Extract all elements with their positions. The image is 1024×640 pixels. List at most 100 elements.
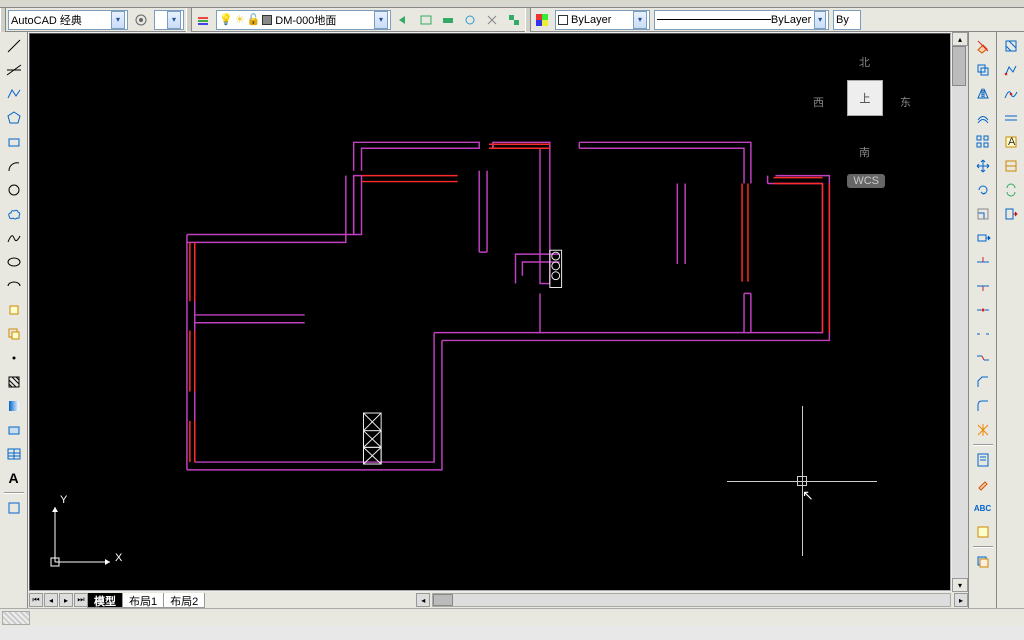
status-grip[interactable] — [2, 611, 30, 625]
spline-tool[interactable] — [3, 227, 25, 249]
viewcube[interactable]: 北 南 西 东 上 — [815, 56, 915, 166]
scale-tool[interactable] — [972, 203, 994, 225]
polyline-tool[interactable] — [3, 83, 25, 105]
tab-layout1[interactable]: 布局1 — [122, 593, 164, 608]
rectangle-tool[interactable] — [3, 131, 25, 153]
move-tool[interactable] — [972, 155, 994, 177]
tab-first-icon[interactable]: ⏮ — [29, 593, 43, 607]
toolbar-grip[interactable] — [525, 8, 531, 32]
block-editor-tool[interactable] — [972, 521, 994, 543]
tab-last-icon[interactable]: ⏭ — [74, 593, 88, 607]
viewcube-south[interactable]: 南 — [859, 144, 870, 160]
chamfer-tool[interactable] — [972, 371, 994, 393]
chevron-down-icon[interactable]: ▾ — [167, 11, 181, 29]
tab-layout2[interactable]: 布局2 — [163, 593, 205, 608]
horizontal-scrollbar[interactable] — [432, 593, 951, 607]
viewcube-north[interactable]: 北 — [859, 54, 870, 70]
tab-model[interactable]: 模型 — [87, 593, 123, 608]
spline-edit-tool[interactable] — [1000, 83, 1022, 105]
toolbar-row-2: AutoCAD 经典 ▾ ▾ 💡 ☀ 🔓 DM-000地面 ▾ ByLayer … — [0, 8, 1024, 32]
copy-tool[interactable] — [972, 59, 994, 81]
region-tool[interactable] — [3, 419, 25, 441]
table-tool[interactable] — [3, 443, 25, 465]
extend-tool[interactable] — [972, 275, 994, 297]
construction-line-tool[interactable] — [3, 59, 25, 81]
circle-tool[interactable] — [3, 179, 25, 201]
workspace-aux-dropdown[interactable]: ▾ — [154, 10, 184, 30]
break-at-point-tool[interactable] — [972, 299, 994, 321]
scroll-up-icon[interactable]: ▴ — [952, 32, 968, 46]
mline-edit-tool[interactable] — [1000, 107, 1022, 129]
hatch-edit-tool[interactable] — [1000, 35, 1022, 57]
vertical-scrollbar[interactable]: ▴ ▾ — [952, 32, 968, 592]
pedit-tool[interactable] — [1000, 59, 1022, 81]
mirror-tool[interactable] — [972, 83, 994, 105]
workspace-dropdown[interactable]: AutoCAD 经典 ▾ — [8, 10, 128, 30]
sync-attr-tool[interactable] — [1000, 179, 1022, 201]
chevron-down-icon[interactable]: ▾ — [633, 11, 647, 29]
lineweight-partial: By — [836, 14, 849, 26]
fillet-tool[interactable] — [972, 395, 994, 417]
explode-tool[interactable] — [972, 419, 994, 441]
arc-tool[interactable] — [3, 155, 25, 177]
chevron-down-icon[interactable]: ▾ — [814, 11, 826, 29]
ellipse-tool[interactable] — [3, 251, 25, 273]
chevron-down-icon[interactable]: ▾ — [111, 11, 125, 29]
drawing-canvas[interactable]: 北 南 西 东 上 WCS ↖ — [29, 33, 951, 591]
lineweight-dropdown[interactable]: By — [833, 10, 861, 30]
match-properties-tool[interactable] — [972, 473, 994, 495]
break-tool[interactable] — [972, 323, 994, 345]
text-tool[interactable]: A — [3, 467, 25, 489]
linetype-dropdown[interactable]: ByLayer ▾ — [654, 10, 829, 30]
draworder-tool[interactable] — [972, 551, 994, 573]
layer-previous-icon[interactable] — [394, 10, 414, 30]
layer-manager-icon[interactable] — [193, 10, 213, 30]
array-tool[interactable] — [972, 131, 994, 153]
join-tool[interactable] — [972, 347, 994, 369]
point-tool[interactable] — [3, 347, 25, 369]
color-control-icon[interactable] — [532, 10, 552, 30]
gradient-tool[interactable] — [3, 395, 25, 417]
wcs-badge[interactable]: WCS — [847, 174, 885, 188]
toolbar-grip[interactable] — [0, 8, 6, 32]
tab-next-icon[interactable]: ▸ — [59, 593, 73, 607]
ellipse-arc-tool[interactable] — [3, 275, 25, 297]
revision-cloud-tool[interactable] — [3, 203, 25, 225]
layer-iso-icon[interactable] — [438, 10, 458, 30]
viewcube-top-face[interactable]: 上 — [847, 80, 883, 116]
abc-tool[interactable]: ABC — [972, 497, 994, 519]
insert-block-tool[interactable] — [3, 299, 25, 321]
polygon-tool[interactable] — [3, 107, 25, 129]
rotate-tool[interactable] — [972, 179, 994, 201]
vscroll-thumb[interactable] — [952, 46, 966, 86]
workspace-settings-icon[interactable] — [131, 10, 151, 30]
hatch-tool[interactable] — [3, 371, 25, 393]
hscroll-thumb[interactable] — [433, 594, 453, 606]
scroll-down-icon[interactable]: ▾ — [952, 578, 968, 592]
layer-off-icon[interactable] — [482, 10, 502, 30]
color-dropdown[interactable]: ByLayer ▾ — [555, 10, 650, 30]
attedit-tool[interactable]: A — [1000, 131, 1022, 153]
tab-prev-icon[interactable]: ◂ — [44, 593, 58, 607]
layer-dropdown[interactable]: 💡 ☀ 🔓 DM-000地面 ▾ — [216, 10, 391, 30]
stretch-tool[interactable] — [972, 227, 994, 249]
layer-freeze-icon[interactable] — [460, 10, 480, 30]
extract-data-tool[interactable] — [1000, 203, 1022, 225]
viewcube-west[interactable]: 西 — [813, 94, 824, 110]
chevron-down-icon[interactable]: ▾ — [374, 11, 388, 29]
line-tool[interactable] — [3, 35, 25, 57]
toolbar-grip[interactable] — [186, 8, 192, 32]
viewcube-east[interactable]: 东 — [900, 94, 911, 110]
layer-state-icon[interactable] — [416, 10, 436, 30]
draw-toolbar: A — [0, 32, 28, 608]
erase-tool[interactable] — [972, 35, 994, 57]
offset-tool[interactable] — [972, 107, 994, 129]
extra-tool[interactable] — [3, 497, 25, 519]
properties-tool[interactable] — [972, 449, 994, 471]
hscroll-left-icon[interactable]: ◂ — [416, 593, 430, 607]
block-attr-tool[interactable] — [1000, 155, 1022, 177]
trim-tool[interactable] — [972, 251, 994, 273]
make-block-tool[interactable] — [3, 323, 25, 345]
layer-match-icon[interactable] — [504, 10, 524, 30]
hscroll-right-icon[interactable]: ▸ — [954, 593, 968, 607]
